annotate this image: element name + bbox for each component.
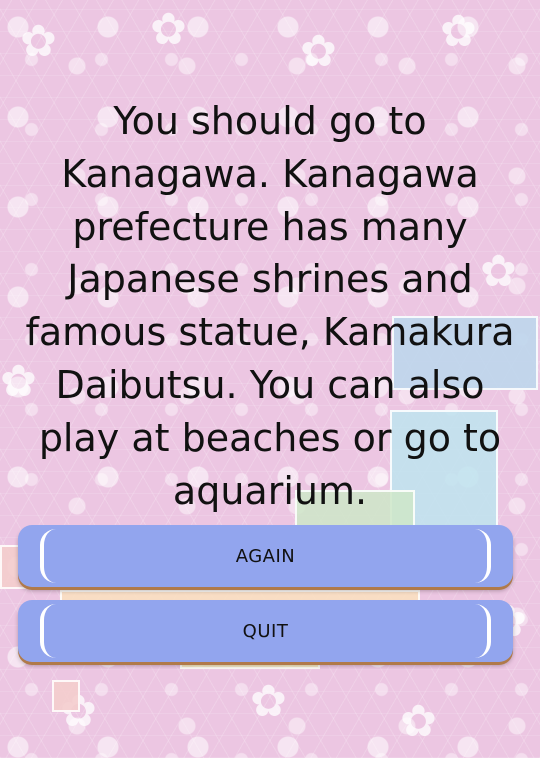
cherry-blossom-icon: ✿	[400, 696, 437, 747]
again-button[interactable]: AGAIN	[18, 525, 513, 587]
again-button-label: AGAIN	[235, 545, 296, 567]
cherry-blossom-icon: ✿	[150, 4, 187, 55]
cherry-blossom-icon: ✿	[20, 16, 57, 67]
quit-button-frame: QUIT	[40, 604, 491, 658]
cherry-blossom-icon: ✿	[300, 26, 337, 77]
map-region	[52, 680, 80, 712]
cherry-blossom-icon: ✿	[250, 676, 287, 727]
quit-button[interactable]: QUIT	[18, 600, 513, 662]
again-button-frame: AGAIN	[40, 529, 491, 583]
result-message: You should go to Kanagawa. Kanagawa pref…	[25, 99, 515, 513]
quit-button-label: QUIT	[242, 620, 289, 642]
cherry-blossom-icon: ✿	[440, 6, 477, 57]
